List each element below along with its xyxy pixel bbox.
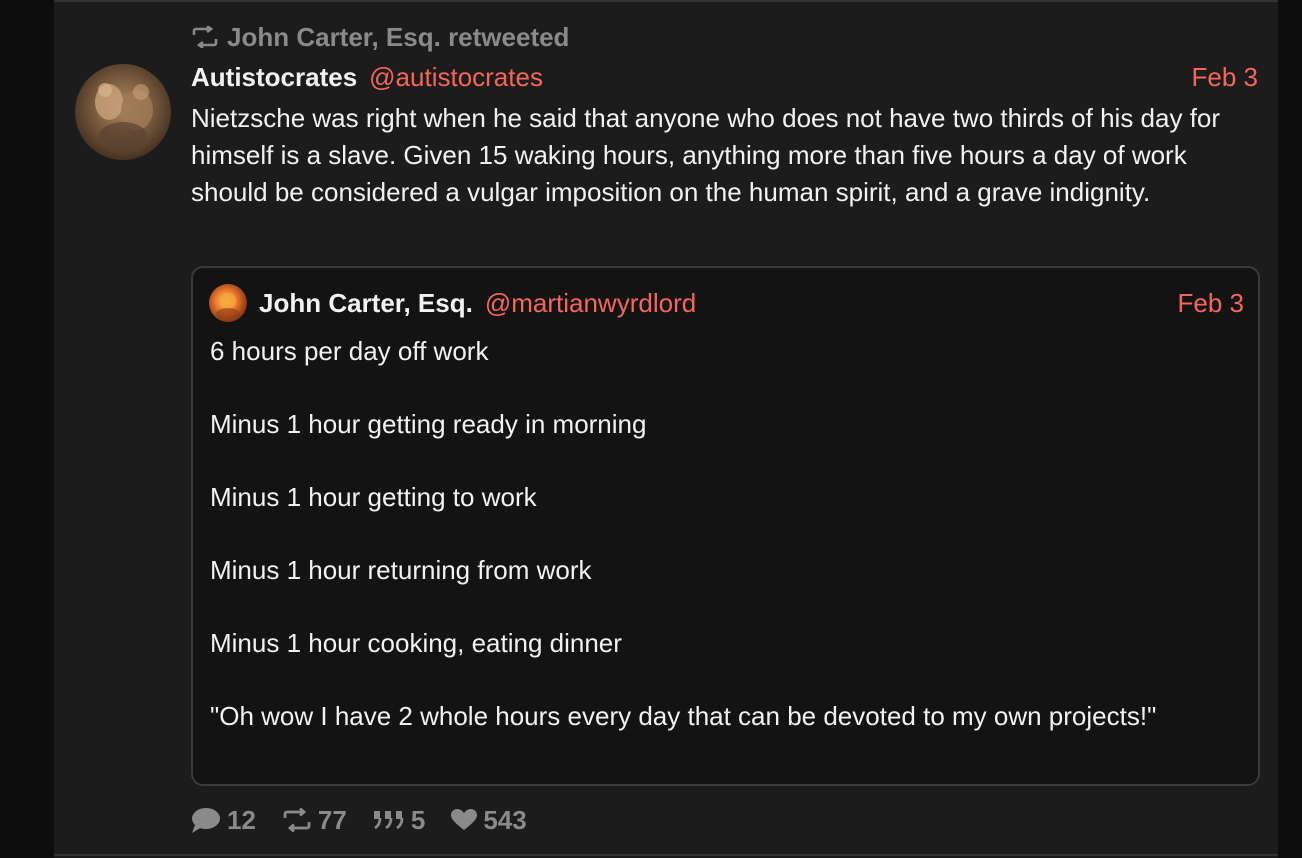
retweet-icon <box>282 808 312 832</box>
tweet-header: Autistocrates @autistocrates Feb 3 <box>191 58 1258 96</box>
author-name[interactable]: Autistocrates <box>191 62 357 93</box>
quoted-tweet-text: 6 hours per day off work Minus 1 hour ge… <box>210 336 1157 731</box>
tweet-text: Nietzsche was right when he said that an… <box>191 103 1228 207</box>
quote-count: 5 <box>410 804 426 835</box>
tweet-actions: 12 77 5 543 <box>191 800 553 840</box>
divider <box>54 854 1278 856</box>
reply-button[interactable]: 12 <box>191 805 256 836</box>
quote-button[interactable]: 5 <box>373 805 425 836</box>
quoted-tweet[interactable]: John Carter, Esq. @martianwyrdlord Feb 3… <box>191 266 1260 786</box>
retweet-label: John Carter, Esq. retweeted <box>227 21 570 52</box>
reply-count: 12 <box>227 804 256 835</box>
author-handle[interactable]: @autistocrates <box>369 62 543 93</box>
like-button[interactable]: 543 <box>451 804 527 836</box>
comment-icon <box>191 807 221 833</box>
quote-icon <box>373 809 405 831</box>
quoted-author-name[interactable]: John Carter, Esq. <box>259 288 473 319</box>
tweet-date[interactable]: Feb 3 <box>1192 62 1259 93</box>
retweet-button[interactable]: 77 <box>282 805 347 836</box>
profile-avatar[interactable] <box>209 284 247 322</box>
quoted-tweet-header: John Carter, Esq. @martianwyrdlord Feb 3 <box>209 284 1244 322</box>
like-count: 543 <box>483 804 527 835</box>
retweet-context[interactable]: John Carter, Esq. retweeted <box>191 20 569 54</box>
retweet-icon <box>191 26 219 48</box>
quoted-author-handle[interactable]: @martianwyrdlord <box>485 288 696 319</box>
retweet-count: 77 <box>317 804 347 835</box>
profile-avatar[interactable] <box>75 64 171 160</box>
quoted-tweet-date[interactable]: Feb 3 <box>1178 288 1245 319</box>
heart-icon <box>451 809 478 831</box>
